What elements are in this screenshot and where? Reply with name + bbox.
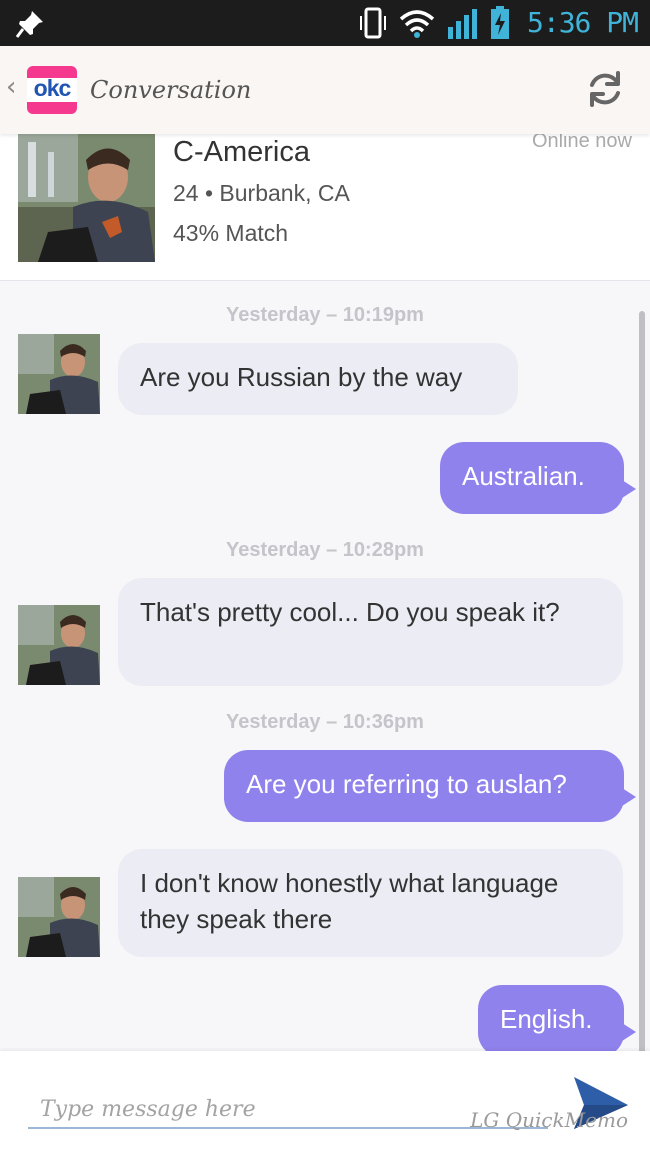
message-incoming[interactable]: That's pretty cool... Do you speak it? [118, 578, 623, 686]
message-incoming[interactable]: Are you Russian by the way [118, 343, 518, 415]
avatar[interactable] [18, 877, 100, 957]
quickmemo-watermark: LG QuickMemo [470, 1108, 628, 1132]
conversation-thread[interactable]: Yesterday – 10:19pm Are you Russian by t… [0, 281, 650, 1051]
message-outgoing[interactable]: Australian. [440, 442, 636, 514]
timestamp: Yesterday – 10:28pm [226, 539, 424, 561]
logo-text: okc [33, 75, 72, 101]
timestamp: Yesterday – 10:19pm [226, 304, 424, 326]
status-bar: 5:36 PM [0, 0, 650, 46]
okc-logo[interactable]: okc [27, 66, 77, 114]
profile-photo[interactable] [18, 132, 155, 262]
vibrate-icon [360, 7, 386, 39]
status-icons [358, 6, 510, 40]
avatar[interactable] [18, 334, 100, 414]
pin-icon [15, 11, 43, 38]
avatar[interactable] [18, 605, 100, 685]
page-title: Conversation [90, 76, 252, 104]
profile-age-location: 24 • Burbank, CA [173, 180, 350, 206]
status-time: 5:36 PM [526, 6, 639, 39]
chevron-left-icon[interactable]: ‹ [6, 72, 16, 102]
profile-header[interactable]: Online now C-America 24 • Burbank, CA 43… [0, 130, 650, 281]
profile-name[interactable]: C-America [173, 136, 310, 169]
message-incoming[interactable]: I don't know honestly what language they… [118, 849, 623, 957]
scrollbar[interactable] [639, 311, 645, 1051]
message-outgoing[interactable]: Are you referring to auslan? [224, 750, 636, 822]
refresh-icon[interactable] [584, 68, 626, 110]
signal-icon [448, 9, 477, 39]
wifi-icon [399, 10, 435, 38]
message-outgoing[interactable]: English. [478, 985, 636, 1051]
composer-bar: LG QuickMemo [0, 1051, 650, 1156]
app-bar: ‹ okc Conversation [0, 46, 650, 134]
battery-charging-icon [491, 6, 509, 39]
timestamp: Yesterday – 10:36pm [226, 711, 424, 733]
profile-match: 43% Match [173, 220, 289, 246]
